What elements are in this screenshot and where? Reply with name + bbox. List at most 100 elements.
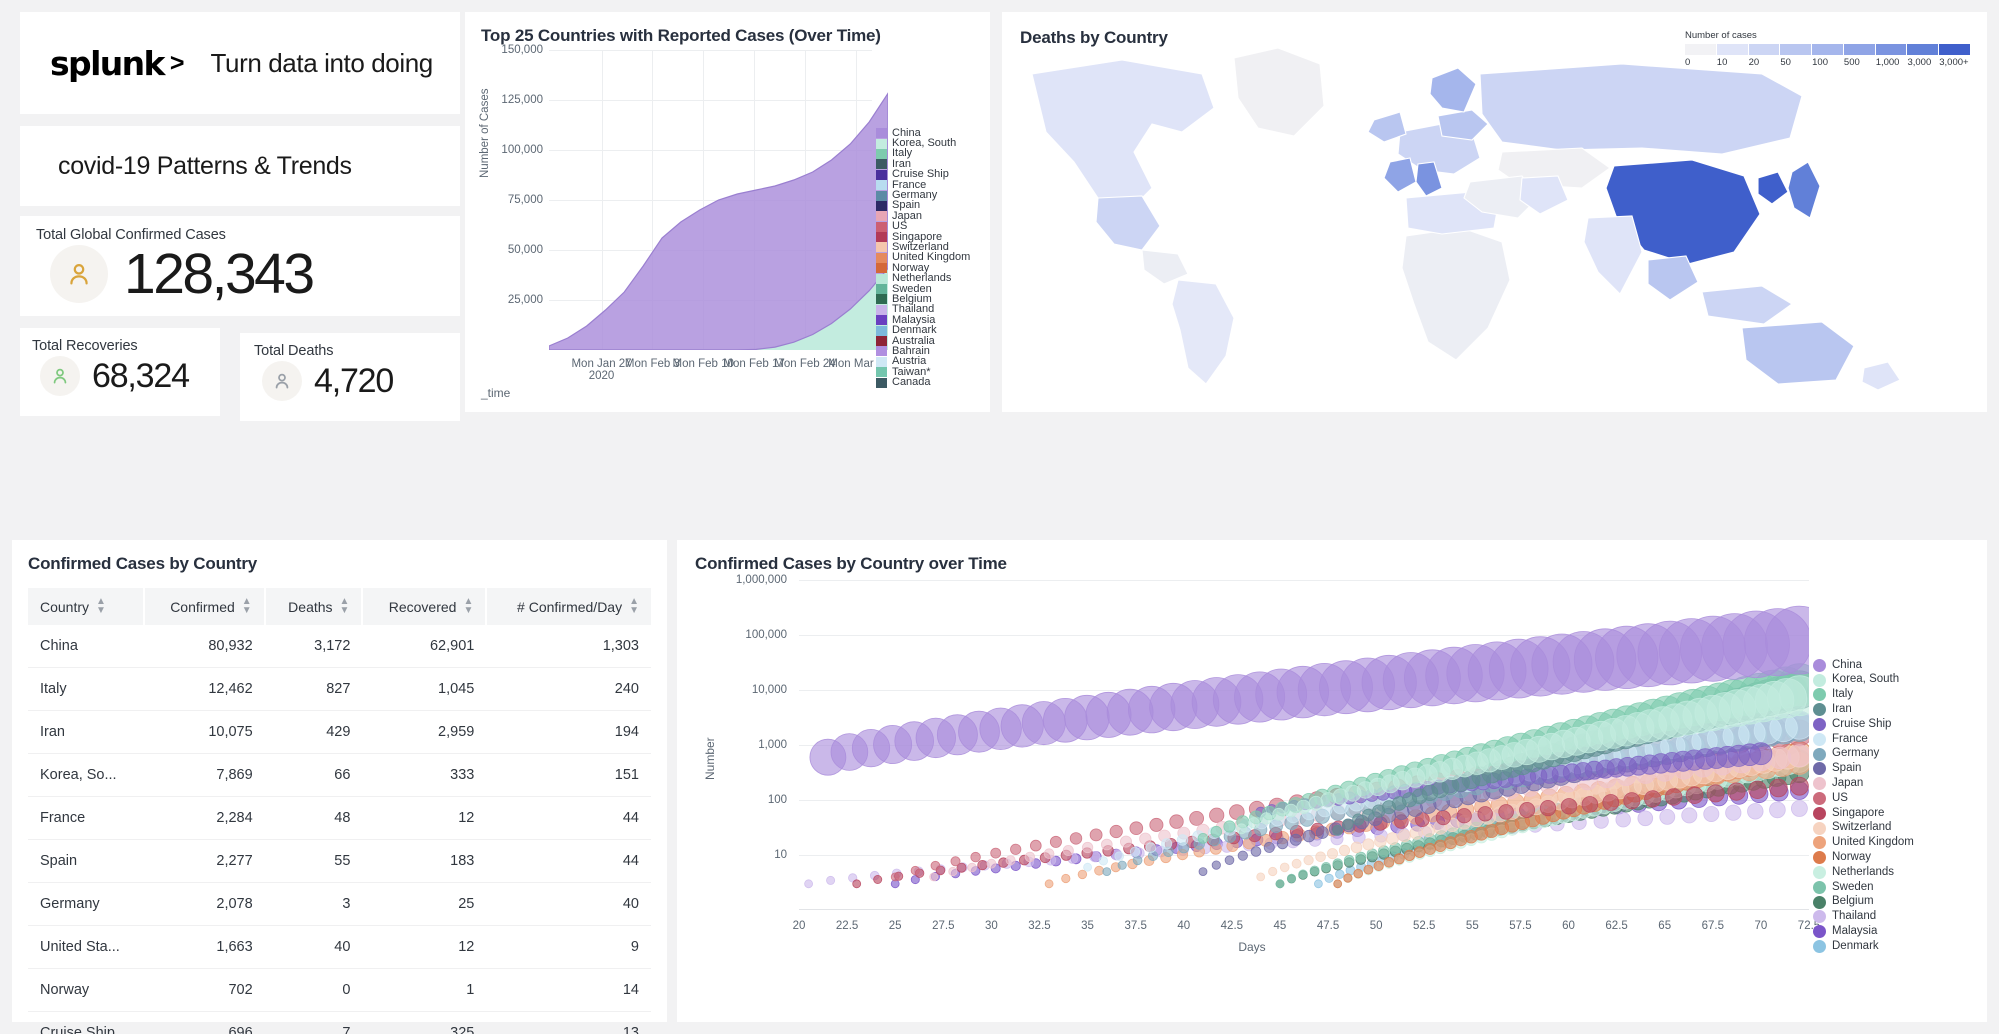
legend-label: Belgium — [1832, 895, 1874, 908]
legend-label: Cruise Ship — [1832, 717, 1892, 730]
table-row[interactable]: Germany 2,078 3 25 40 — [28, 882, 651, 926]
x-tick-0: Mon Jan 27 2020 — [571, 358, 632, 382]
cell-recovered: 62,901 — [362, 625, 487, 668]
legend-swatch — [876, 211, 887, 222]
table-row[interactable]: Italy 12,462 827 1,045 240 — [28, 667, 651, 711]
legend-item-korea-south[interactable]: Korea, South — [1813, 673, 1981, 688]
table-header-recovered[interactable]: Recovered ▲ ▼ — [362, 588, 488, 625]
kpi-label: Total Deaths — [254, 343, 334, 359]
cell-recovered: 1,045 — [362, 667, 487, 711]
table-header-confirmed[interactable]: Confirmed ▲ ▼ — [144, 588, 266, 625]
table-row[interactable]: Korea, So... 7,869 66 333 151 — [28, 753, 651, 797]
legend-item-thailand[interactable]: Thailand — [1813, 910, 1981, 925]
legend-item-canada[interactable]: Canada — [876, 376, 988, 389]
legend-swatch — [876, 232, 887, 243]
x-tick-6: 35 — [1081, 920, 1094, 932]
legend-tick-2: 20 — [1748, 57, 1760, 68]
table-header-country[interactable]: Country ▲ ▼ — [28, 588, 146, 625]
brand-card: splunk > Turn data into doing — [20, 12, 460, 114]
bubble-chart[interactable]: Number 10 100 1,000 10,000 100,000 1,000,000 … — [695, 574, 1987, 1020]
panel-title: Deaths by Country — [1020, 28, 1168, 47]
world-choropleth-map[interactable] — [1002, 12, 1987, 412]
x-tick-16: 60 — [1562, 920, 1575, 932]
cell-recovered: 183 — [362, 839, 487, 883]
x-tick-7: 37.5 — [1124, 920, 1147, 932]
cell-recovered: 2,959 — [362, 710, 487, 754]
table-row[interactable]: Spain 2,277 55 183 44 — [28, 839, 651, 883]
kpi-total-recoveries: Total Recoveries 68,324 — [20, 328, 220, 416]
table-row[interactable]: China 80,932 3,172 62,901 1,303 — [28, 625, 651, 668]
legend-label: Malaysia — [1832, 924, 1878, 937]
legend-item-denmark[interactable]: Denmark — [1813, 939, 1981, 954]
sort-icon[interactable]: ▲ ▼ — [96, 597, 106, 616]
table-row[interactable]: Norway 702 0 1 14 — [28, 968, 651, 1012]
chart-legend[interactable]: China Korea, South Italy Iran Cruise Ship Fra… — [1813, 658, 1981, 954]
legend-dot — [1813, 940, 1826, 954]
cell-deaths: 0 — [264, 968, 363, 1012]
brand-tagline: Turn data into doing — [210, 47, 434, 78]
panel-title: Top 25 Countries with Reported Cases (Ov… — [481, 26, 881, 45]
legend-item-belgium[interactable]: Belgium — [1813, 895, 1981, 910]
legend-item-germany[interactable]: Germany — [1813, 747, 1981, 762]
legend-item-italy[interactable]: Italy — [1813, 688, 1981, 703]
legend-item-switzerland[interactable]: Switzerland — [1813, 821, 1981, 836]
legend-swatch — [876, 190, 887, 201]
table-header-deaths[interactable]: Deaths ▲ ▼ — [264, 588, 364, 625]
y-tick-3: 100,000 — [501, 144, 543, 156]
sort-icon[interactable]: ▲ ▼ — [629, 597, 639, 616]
cell-country: Spain — [28, 839, 145, 883]
table-header-row: Country ▲ ▼ Confirmed ▲ ▼ Deaths ▲ ▼ Recovered ▲ ▼ #… — [28, 588, 651, 625]
table-row[interactable]: Cruise Ship 696 7 325 13 — [28, 1011, 651, 1034]
cell-deaths: 827 — [264, 667, 363, 711]
table-row[interactable]: United Sta... 1,663 40 12 9 — [28, 925, 651, 969]
legend-swatch — [876, 325, 887, 336]
legend-item-singapore[interactable]: Singapore — [1813, 806, 1981, 821]
header-label: Deaths — [288, 598, 333, 615]
bubble-series-group — [804, 605, 1809, 889]
legend-item-cruise-ship[interactable]: Cruise Ship — [1813, 717, 1981, 732]
legend-label: Canada — [892, 376, 931, 389]
cell-per-day: 194 — [486, 710, 651, 754]
table-row[interactable]: Iran 10,075 429 2,959 194 — [28, 710, 651, 754]
legend-label: Italy — [1832, 688, 1854, 701]
chart-legend[interactable]: China Korea, South Italy Iran Cruise Ship Fra… — [876, 127, 988, 389]
legend-dot — [1813, 806, 1826, 820]
legend-tick-6: 1,000 — [1875, 57, 1900, 68]
legend-swatch — [876, 263, 887, 274]
y-tick-0: 10 — [774, 849, 787, 861]
table-row[interactable]: France 2,284 48 12 44 — [28, 796, 651, 840]
cell-confirmed: 7,869 — [144, 753, 265, 797]
legend-swatch — [876, 252, 887, 263]
legend-item-iran[interactable]: Iran — [1813, 702, 1981, 717]
dashboard-title-card: covid-19 Patterns & Trends — [20, 126, 460, 206]
kpi-label: Total Recoveries — [32, 338, 138, 354]
cell-deaths: 3 — [264, 882, 363, 926]
legend-item-us[interactable]: US — [1813, 791, 1981, 806]
y-axis-ticks: 25,000 50,000 75,000 100,000 125,000 150,000 — [481, 44, 543, 350]
legend-item-malaysia[interactable]: Malaysia — [1813, 924, 1981, 939]
legend-item-spain[interactable]: Spain — [1813, 762, 1981, 777]
cell-per-day: 13 — [486, 1011, 651, 1034]
cell-recovered: 25 — [362, 882, 487, 926]
table-header-confirmed-day[interactable]: # Confirmed/Day ▲ ▼ — [486, 588, 651, 625]
legend-item-netherlands[interactable]: Netherlands — [1813, 865, 1981, 880]
sort-icon[interactable]: ▲ ▼ — [242, 597, 252, 616]
legend-tick-7: 3,000 — [1907, 57, 1932, 68]
legend-item-sweden[interactable]: Sweden — [1813, 880, 1981, 895]
sort-icon[interactable]: ▲ ▼ — [340, 597, 350, 616]
y-tick-3: 10,000 — [751, 684, 787, 696]
plot-area — [549, 50, 888, 350]
legend-item-japan[interactable]: Japan — [1813, 776, 1981, 791]
x-tick-11: 47.5 — [1316, 920, 1340, 932]
area-chart[interactable]: Number of Cases 25,000 50,000 75,000 100,00… — [479, 44, 990, 402]
legend-swatch — [876, 304, 887, 315]
legend-item-norway[interactable]: Norway — [1813, 850, 1981, 865]
legend-item-united-kingdom[interactable]: United Kingdom — [1813, 836, 1981, 851]
legend-item-china[interactable]: China — [1813, 658, 1981, 673]
area-chart-panel: Top 25 Countries with Reported Cases (Ov… — [465, 12, 990, 412]
sort-icon[interactable]: ▲ ▼ — [463, 597, 473, 616]
legend-label: Korea, South — [1832, 673, 1900, 686]
legend-dot — [1813, 925, 1826, 939]
x-tick-18: 65 — [1658, 920, 1672, 932]
legend-item-france[interactable]: France — [1813, 732, 1981, 747]
